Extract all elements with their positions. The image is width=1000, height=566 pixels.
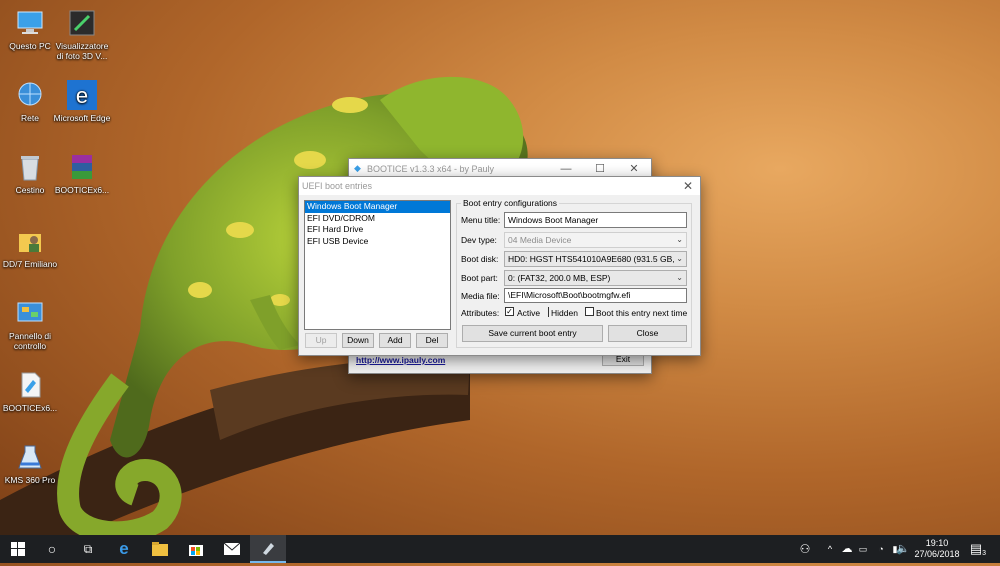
desktop-icon-booticex64-file[interactable]: BOOTICEx6...	[0, 370, 60, 413]
list-item[interactable]: EFI DVD/CDROM	[305, 213, 450, 225]
boot-part-label: Boot part:	[461, 273, 498, 283]
network-icon	[15, 80, 45, 110]
kms-360-icon	[15, 442, 45, 472]
taskbar: ○ ⧉ e ⚇ ^ ☁ ▭ ◔ ▮ 🔈 19:10 27/06/2018 ▤ 3	[0, 535, 1000, 563]
clock[interactable]: 19:10 27/06/2018	[910, 535, 964, 566]
desktop-icon-label: Questo PC	[9, 41, 51, 51]
desktop-icon-kms-360[interactable]: KMS 360 Pro	[0, 442, 60, 485]
clock-date: 27/06/2018	[914, 549, 960, 559]
list-item[interactable]: EFI Hard Drive	[305, 224, 450, 236]
boot-part-select[interactable]: 0: (FAT32, 200.0 MB, ESP) ⌄	[504, 270, 687, 286]
active-checkbox[interactable]: ✓	[505, 307, 514, 316]
desktop-icon-label: Cestino	[15, 185, 45, 195]
bootice-window-icon: ◆	[354, 163, 361, 173]
desktop-icon-label: KMS 360 Pro	[4, 475, 56, 485]
desktop-icon-label: BOOTICEx6...	[2, 403, 58, 413]
dev-type-label: Dev type:	[461, 235, 497, 245]
booticex64-file-icon	[15, 370, 45, 400]
config-group-title: Boot entry configurations	[461, 198, 560, 208]
people-icon[interactable]: ⚇	[796, 535, 814, 563]
boot-entries-list[interactable]: Windows Boot Manager EFI DVD/CDROM EFI H…	[304, 200, 451, 330]
task-view-icon[interactable]: ⧉	[70, 535, 106, 563]
bootice-taskbar-icon[interactable]	[250, 535, 286, 563]
this-pc-icon	[15, 8, 45, 38]
desktop-icon-recycle-bin[interactable]: Cestino	[0, 152, 60, 195]
winrar-archive-icon	[67, 152, 97, 182]
desktop-icon-label: DD/7 Emiliano	[2, 259, 58, 269]
dialog-close-icon[interactable]: ✕	[676, 177, 700, 195]
dev-type-select[interactable]: 04 Media Device ⌄	[504, 232, 687, 248]
wifi-icon[interactable]: ◔	[874, 535, 888, 563]
ipauly-link[interactable]: http://www.ipauly.com	[356, 355, 445, 365]
desktop-icon-label: BOOTICEx6...	[54, 185, 110, 195]
notification-glyph: ▤	[969, 541, 983, 556]
action-center-icon[interactable]: ▤ 3	[966, 535, 986, 563]
hidden-checkbox[interactable]	[548, 307, 549, 317]
desktop-icon-control-panel[interactable]: Pannello di controllo	[0, 298, 60, 351]
attributes-label: Attributes:	[461, 308, 500, 318]
windows-logo-icon	[11, 542, 25, 556]
tablet-icon[interactable]: ▭	[856, 535, 870, 563]
desktop-icon-this-pc[interactable]: Questo PC	[0, 8, 60, 51]
boot-part-value: 0: (FAT32, 200.0 MB, ESP)	[508, 273, 611, 283]
dialog-title: UEFI boot entries	[302, 181, 373, 191]
add-button[interactable]: Add	[379, 333, 411, 348]
desktop-icon-booticex64-archive[interactable]: BOOTICEx6...	[52, 152, 112, 195]
dev-type-value: 04 Media Device	[508, 235, 572, 245]
up-button[interactable]: Up	[305, 333, 337, 348]
window-title: BOOTICE v1.3.3 x64 - by Pauly	[367, 164, 495, 174]
boot-disk-label: Boot disk:	[461, 254, 499, 264]
desktop-icon-user-folder[interactable]: DD/7 Emiliano	[0, 226, 60, 269]
chevron-down-icon: ⌄	[676, 273, 683, 282]
media-file-field[interactable]: \EFI\Microsoft\Boot\bootmgfw.efi	[504, 288, 687, 303]
menu-title-field[interactable]: Windows Boot Manager	[504, 212, 687, 228]
recycle-bin-icon	[15, 152, 45, 182]
close-button[interactable]: Close	[608, 325, 687, 342]
boot-next-time-label: Boot this entry next time	[596, 308, 688, 318]
notification-count: 3	[982, 550, 986, 557]
store-icon[interactable]	[178, 535, 214, 563]
boot-disk-select[interactable]: HD0: HGST HTS541010A9E680 (931.5 GB, C:)…	[504, 251, 687, 278]
show-hidden-icons-chevron-icon[interactable]: ^	[824, 535, 836, 563]
edge-icon: e	[67, 80, 97, 110]
del-button[interactable]: Del	[416, 333, 448, 348]
chevron-down-icon: ⌄	[676, 254, 683, 263]
active-label: Active	[517, 308, 541, 318]
control-panel-icon	[15, 298, 45, 328]
list-item[interactable]: EFI USB Device	[305, 236, 450, 248]
save-boot-entry-button[interactable]: Save current boot entry	[462, 325, 603, 342]
mail-icon[interactable]	[214, 535, 250, 563]
desktop-icon-label: Visualizzatore di foto 3D V...	[55, 41, 109, 61]
hidden-label: Hidden	[551, 308, 578, 318]
list-item[interactable]: Windows Boot Manager	[305, 201, 450, 213]
edge-taskbar-icon[interactable]: e	[106, 535, 142, 563]
desktop-icon-network[interactable]: Rete	[0, 80, 60, 123]
uefi-boot-entries-dialog: UEFI boot entries ✕ Windows Boot Manager…	[298, 176, 701, 356]
media-file-label: Media file:	[461, 291, 500, 301]
onedrive-icon[interactable]: ☁	[840, 535, 854, 563]
desktop-icon-label: Microsoft Edge	[53, 113, 111, 123]
start-button[interactable]	[0, 535, 36, 563]
desktop-icon-label: Pannello di controllo	[8, 331, 52, 351]
down-button[interactable]: Down	[342, 333, 374, 348]
user-folder-icon	[15, 226, 45, 256]
desktop-icon-edge[interactable]: e Microsoft Edge	[52, 80, 112, 123]
menu-title-label: Menu title:	[461, 215, 501, 225]
svg-text:e: e	[76, 83, 88, 108]
chevron-down-icon: ⌄	[676, 235, 683, 244]
desktop-icon-label: Rete	[21, 113, 39, 123]
volume-icon[interactable]: 🔈	[896, 535, 910, 563]
dialog-title-bar: UEFI boot entries ✕	[299, 177, 700, 195]
boot-next-time-checkbox[interactable]	[585, 307, 594, 316]
desktop-icon-3d-viewer[interactable]: Visualizzatore di foto 3D V...	[52, 8, 112, 61]
file-explorer-icon[interactable]	[142, 535, 178, 563]
3d-viewer-icon	[67, 8, 97, 38]
cortana-search-icon[interactable]: ○	[34, 535, 70, 563]
clock-time: 19:10	[925, 538, 949, 548]
